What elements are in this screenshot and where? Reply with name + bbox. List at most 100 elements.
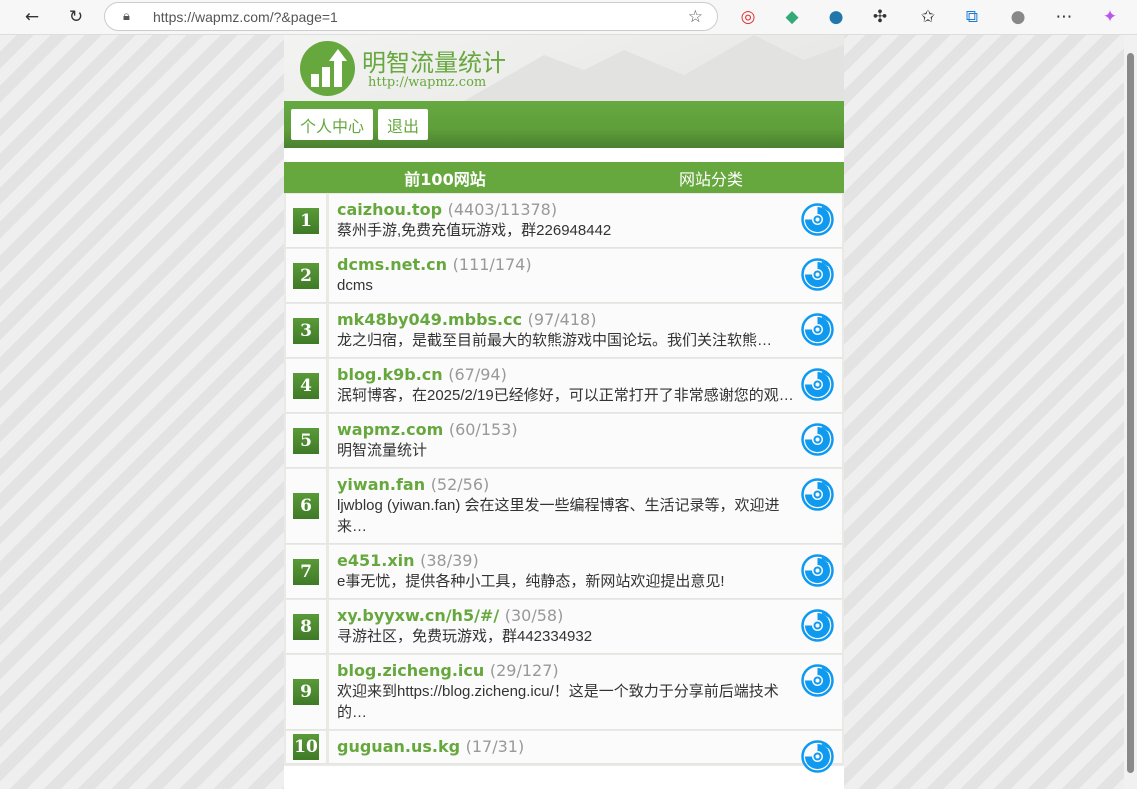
statistics-chart-icon[interactable] (801, 423, 834, 456)
site-info: dcms.net.cn (111/174) dcms (329, 249, 842, 302)
statistics-chart-icon[interactable] (801, 258, 834, 291)
site-link[interactable]: blog.zicheng.icu (337, 661, 484, 680)
site-row: 10 guguan.us.kg (17/31) (286, 731, 842, 773)
site-link[interactable]: caizhou.top (337, 200, 442, 219)
site-description: 泯轲博客，在2025/2/19已经修好，可以正常打开了非常感谢您的观… (337, 387, 794, 404)
rank-badge: 7 (293, 558, 319, 585)
site-description: ljwblog (yiwan.fan) 会在这里发一些编程博客、生活记录等，欢迎… (337, 497, 780, 535)
site-row: 8 xy.byyxw.cn/h5/#/ (30/58) 寻游社区，免费玩游戏，群… (286, 600, 842, 654)
visit-count: (97/418) (527, 310, 597, 329)
site-link[interactable]: wapmz.com (337, 420, 443, 439)
nav-bar: 个人中心 退出 (284, 101, 844, 148)
site-info: caizhou.top (4403/11378) 蔡州手游,免费充值玩游戏，群2… (329, 194, 842, 247)
site-description: 明智流量统计 (337, 442, 428, 459)
rank-cell: 6 (286, 469, 329, 543)
more-menu-icon[interactable]: ⋯ (1051, 4, 1077, 30)
page-viewport: 明智流量统计 http://wapmz.com 个人中心 退出 前100网站 网… (0, 35, 1124, 789)
site-info: mk48by049.mbbs.cc (97/418) 龙之归宿，是截至目前最大的… (329, 304, 842, 357)
rank-badge: 9 (293, 679, 319, 705)
statistics-chart-icon[interactable] (801, 313, 834, 346)
tab-top100[interactable]: 前100网站 (284, 162, 578, 193)
scrollbar[interactable] (1124, 35, 1137, 789)
site-link[interactable]: dcms.net.cn (337, 255, 447, 274)
rank-cell: 7 (286, 545, 329, 598)
rank-cell: 2 (286, 249, 329, 302)
rank-badge: 8 (293, 613, 319, 640)
rank-badge: 2 (293, 262, 319, 289)
back-icon[interactable]: ← (19, 4, 45, 30)
favorites-icon[interactable]: ✩ (915, 4, 941, 30)
brand-title: 明智流量统计 (362, 49, 506, 77)
visit-count: (17/31) (465, 737, 525, 756)
rank-cell: 3 (286, 304, 329, 357)
site-info: blog.k9b.cn (67/94) 泯轲博客，在2025/2/19已经修好，… (329, 359, 842, 412)
rank-badge: 5 (293, 427, 319, 454)
visit-count: (4403/11378) (447, 200, 558, 219)
site-link[interactable]: e451.xin (337, 551, 415, 570)
site-link[interactable]: xy.byyxw.cn/h5/#/ (337, 606, 499, 625)
profile-button[interactable]: 个人中心 (291, 109, 374, 140)
logout-button[interactable]: 退出 (378, 109, 429, 140)
rank-badge: 3 (293, 317, 319, 344)
url-text: https://wapmz.com/?&page=1 (153, 8, 338, 25)
site-row: 2 dcms.net.cn (111/174) dcms (286, 249, 842, 303)
visit-count: (30/58) (504, 606, 564, 625)
site-description: 蔡州手游,免费充值玩游戏，群226948442 (337, 222, 612, 239)
site-info: wapmz.com (60/153) 明智流量统计 (329, 414, 842, 467)
rank-cell: 4 (286, 359, 329, 412)
address-bar[interactable]: 🔒︎ https://wapmz.com/?&page=1 ☆ (104, 2, 718, 31)
site-header: 明智流量统计 http://wapmz.com (284, 35, 844, 101)
copilot-icon[interactable]: ✦ (1097, 4, 1123, 30)
extension-icon[interactable]: ● (823, 4, 849, 30)
statistics-chart-icon[interactable] (801, 740, 834, 773)
rank-badge: 10 (293, 734, 319, 760)
statistics-chart-icon[interactable] (801, 609, 834, 642)
site-description: 寻游社区，免费玩游戏，群442334932 (337, 628, 593, 645)
rank-badge: 4 (293, 372, 319, 399)
statistics-chart-icon[interactable] (801, 478, 834, 511)
site-list: 1 caizhou.top (4403/11378) 蔡州手游,免费充值玩游戏，… (284, 193, 844, 773)
site-description: e事无忧，提供各种小工具，纯静态，新网站欢迎提出意见! (337, 573, 725, 590)
statistics-chart-icon[interactable] (801, 554, 834, 587)
collections-icon[interactable]: ⧉ (959, 4, 985, 30)
statistics-chart-icon[interactable] (801, 664, 834, 697)
visit-count: (52/56) (430, 475, 490, 494)
site-link[interactable]: mk48by049.mbbs.cc (337, 310, 522, 329)
site-description: 龙之归宿，是截至目前最大的软熊游戏中国论坛。我们关注软熊… (337, 332, 773, 349)
browser-toolbar: ← ↻ 🔒︎ https://wapmz.com/?&page=1 ☆ ◎ ◆ … (0, 0, 1137, 35)
site-info: guguan.us.kg (17/31) (329, 731, 842, 773)
rank-cell: 1 (286, 194, 329, 247)
visit-count: (67/94) (448, 365, 507, 384)
site-description: dcms (337, 277, 373, 294)
site-row: 7 e451.xin (38/39) e事无忧，提供各种小工具，纯静态，新网站欢… (286, 545, 842, 599)
rank-cell: 10 (286, 731, 329, 763)
profile-avatar-icon[interactable]: ● (1005, 4, 1031, 30)
rank-badge: 1 (293, 207, 319, 234)
tab-categories[interactable]: 网站分类 (578, 162, 844, 193)
site-row: 1 caizhou.top (4403/11378) 蔡州手游,免费充值玩游戏，… (286, 194, 842, 248)
statistics-chart-icon[interactable] (801, 203, 834, 236)
site-container: 明智流量统计 http://wapmz.com 个人中心 退出 前100网站 网… (284, 35, 844, 789)
visit-count: (111/174) (452, 255, 532, 274)
rank-cell: 9 (286, 655, 329, 729)
site-info: e451.xin (38/39) e事无忧，提供各种小工具，纯静态，新网站欢迎提… (329, 545, 842, 598)
site-row: 6 yiwan.fan (52/56) ljwblog (yiwan.fan) … (286, 469, 842, 544)
site-info: xy.byyxw.cn/h5/#/ (30/58) 寻游社区，免费玩游戏，群44… (329, 600, 842, 653)
lock-icon: 🔒︎ (123, 9, 130, 24)
site-row: 5 wapmz.com (60/153) 明智流量统计 (286, 414, 842, 468)
site-info: blog.zicheng.icu (29/127) 欢迎来到https://bl… (329, 655, 842, 729)
site-row: 3 mk48by049.mbbs.cc (97/418) 龙之归宿，是截至目前最… (286, 304, 842, 358)
visit-count: (38/39) (420, 551, 479, 570)
reload-icon[interactable]: ↻ (63, 4, 89, 30)
extensions-puzzle-icon[interactable]: ✣ (867, 4, 893, 30)
extension-icon[interactable]: ◆ (779, 4, 805, 30)
site-link[interactable]: blog.k9b.cn (337, 365, 443, 384)
site-row: 9 blog.zicheng.icu (29/127) 欢迎来到https://… (286, 655, 842, 730)
star-icon[interactable]: ☆ (688, 7, 703, 27)
extension-icon[interactable]: ◎ (735, 4, 761, 30)
visit-count: (29/127) (489, 661, 559, 680)
statistics-chart-icon[interactable] (801, 368, 834, 401)
rank-cell: 8 (286, 600, 329, 653)
site-link[interactable]: yiwan.fan (337, 475, 425, 494)
site-link[interactable]: guguan.us.kg (337, 737, 460, 756)
